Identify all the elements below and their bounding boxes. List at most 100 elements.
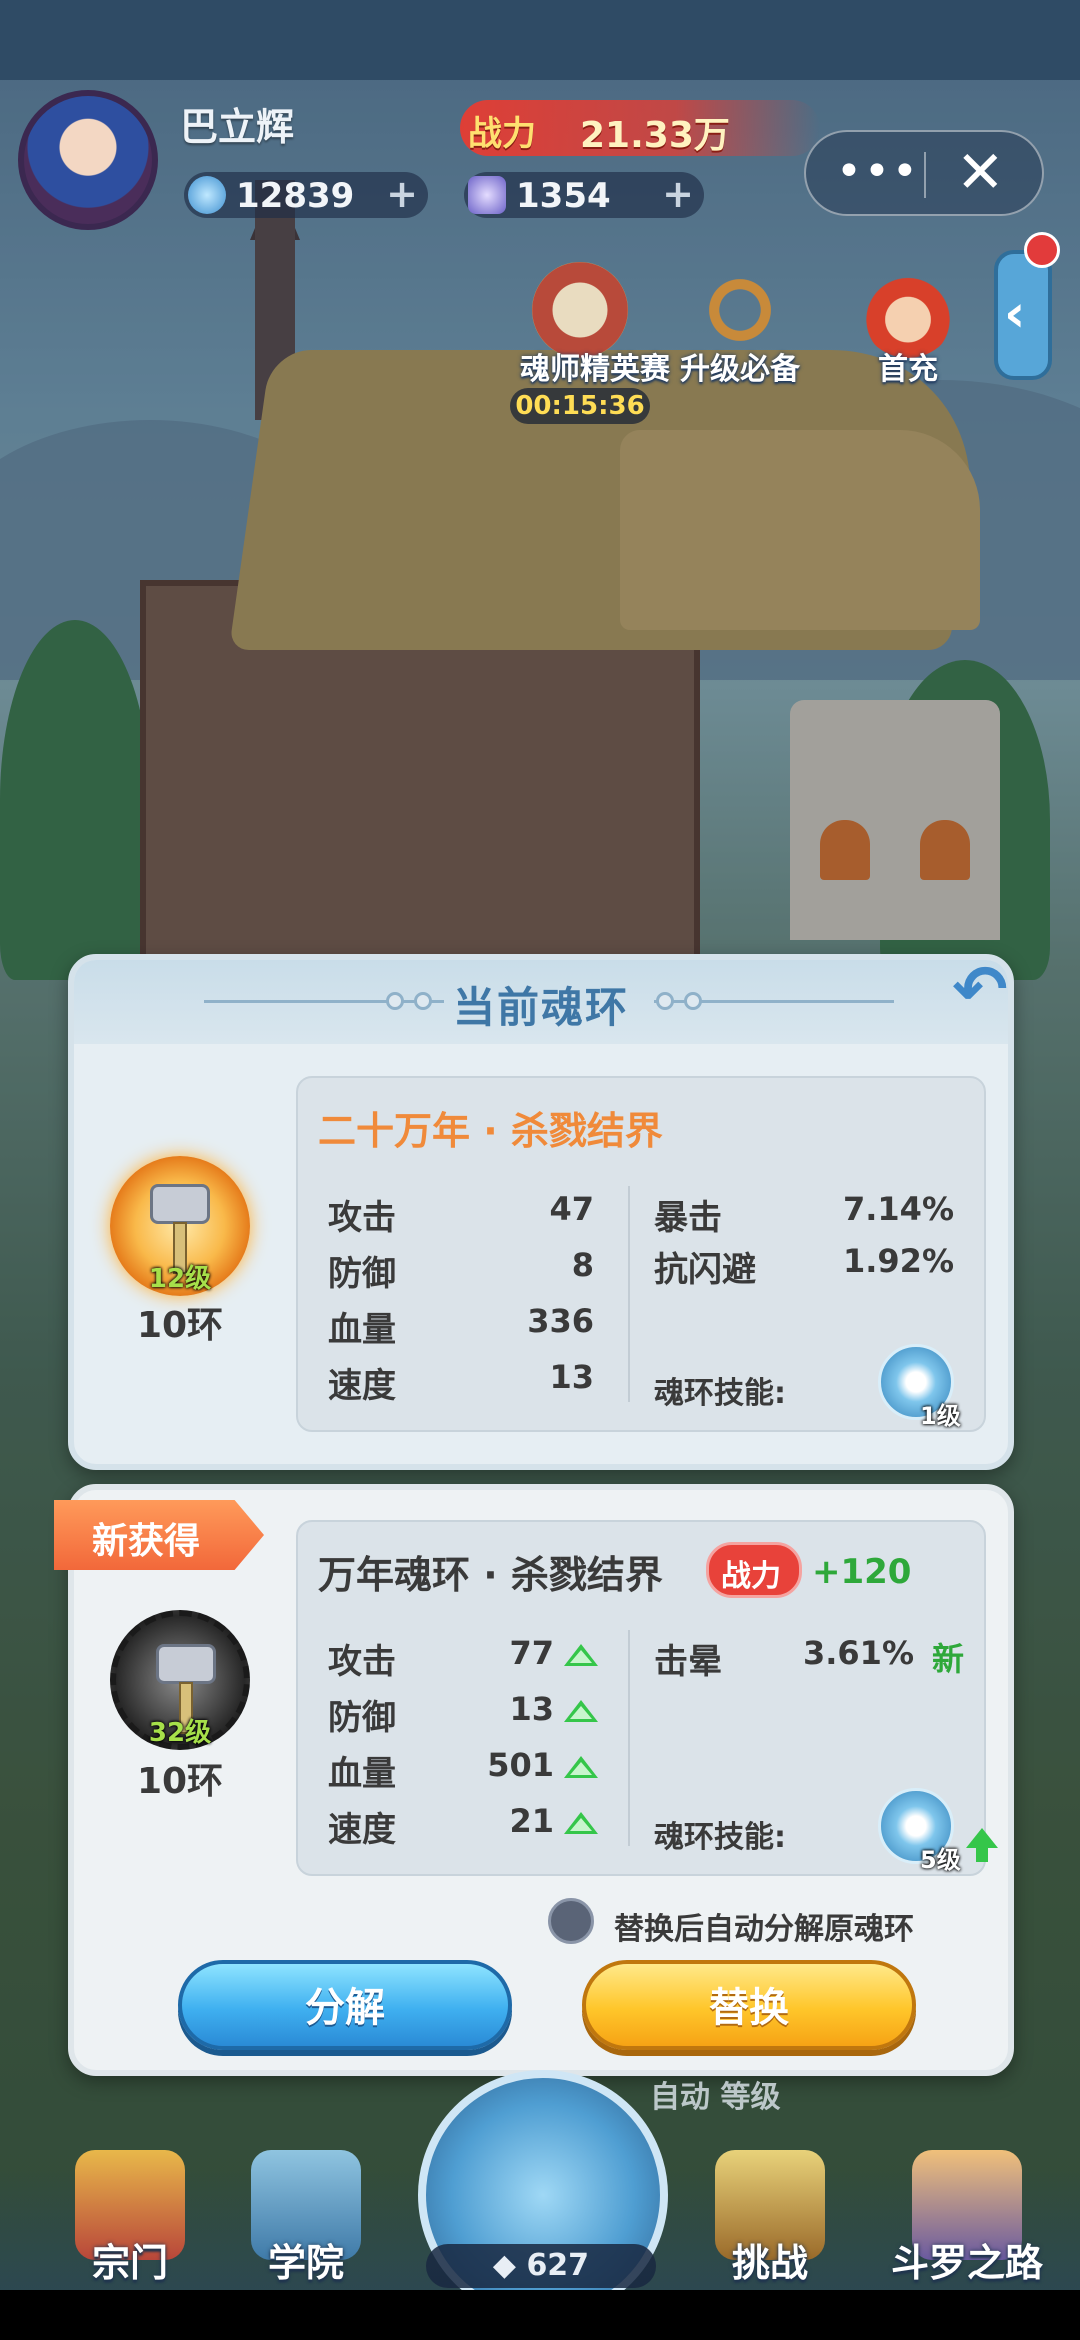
- soul-gem-icon: [188, 176, 226, 214]
- extra-stat-row: 暴击 7.14%: [654, 1186, 954, 1238]
- stat-row: 防御 8: [328, 1242, 598, 1294]
- chevron-left-icon: ‹: [1004, 284, 1026, 344]
- back-arrow-icon[interactable]: ↶: [940, 950, 1020, 1030]
- skill-up-icon: [966, 1828, 998, 1862]
- nav-label: 学院: [267, 2241, 344, 2285]
- new-ring-panel: 新获得 32级 10环 万年魂环 · 杀戮结界 战力 +120 攻击 77 防御…: [54, 1484, 1014, 2076]
- stat-label: 速度: [328, 1366, 396, 1406]
- event-label: 魂师精英赛: [520, 352, 670, 387]
- event-elite-tournament[interactable]: 魂师精英赛: [520, 262, 670, 388]
- replace-button[interactable]: 替换: [582, 1960, 916, 2050]
- orb-count-value: 627: [526, 2248, 590, 2283]
- nav-label: 宗门: [91, 2241, 168, 2285]
- stat-value: 21: [509, 1802, 554, 1840]
- combat-power-delta: +120: [812, 1552, 912, 1592]
- nav-academy[interactable]: 学院: [226, 2150, 386, 2287]
- ribbon-label: 新获得: [92, 1521, 201, 1562]
- skill-level: 5级: [920, 1846, 961, 1874]
- extra-stat-label: 暴击: [654, 1198, 722, 1238]
- hammer-icon: [156, 1644, 216, 1684]
- extra-stat-value: 7.14%: [842, 1190, 954, 1228]
- auto-decompose-toggle[interactable]: [548, 1898, 594, 1944]
- nav-sect[interactable]: 宗门: [50, 2150, 210, 2287]
- nav-challenge[interactable]: 挑战: [690, 2150, 850, 2287]
- orb-count: ◆ 627: [426, 2244, 656, 2288]
- stat-value: 501: [487, 1746, 554, 1784]
- combat-power-label: 战力: [721, 1559, 781, 1594]
- stat-up-icon: [564, 1812, 598, 1834]
- add-crystals-icon[interactable]: +: [662, 172, 694, 216]
- decompose-button[interactable]: 分解: [178, 1960, 512, 2050]
- stat-label: 防御: [328, 1254, 396, 1294]
- add-gems-icon[interactable]: +: [386, 172, 418, 216]
- panel-title: 当前魂环: [452, 983, 629, 1032]
- more-menu-icon[interactable]: •••: [836, 146, 920, 197]
- stat-label: 攻击: [328, 1198, 396, 1238]
- stat-row: 速度 13: [328, 1354, 598, 1406]
- player-avatar[interactable]: [18, 90, 158, 230]
- stat-value: 13: [509, 1690, 554, 1728]
- player-name: 巴立辉: [180, 105, 295, 149]
- power-value: 21.33万: [580, 115, 730, 156]
- skill-level: 1级: [920, 1402, 961, 1430]
- nav-douluo-road[interactable]: 斗罗之路: [872, 2150, 1062, 2287]
- gem-currency[interactable]: 12839 +: [184, 172, 428, 218]
- extra-stat-row: 抗闪避 1.92%: [654, 1238, 954, 1290]
- crystal-currency[interactable]: 1354 +: [464, 172, 704, 218]
- stat-divider: [628, 1186, 630, 1402]
- stat-label: 防御: [328, 1698, 396, 1738]
- stat-row: 血量 501: [328, 1742, 598, 1794]
- capsule-divider: [924, 152, 926, 198]
- stat-label: 攻击: [328, 1642, 396, 1682]
- stat-label: 血量: [328, 1754, 396, 1794]
- event-level-up-essentials[interactable]: 升级必备: [680, 262, 800, 388]
- stat-value: 8: [571, 1246, 594, 1284]
- stat-row: 血量 336: [328, 1298, 598, 1350]
- ring-info-box: 二十万年 · 杀戮结界 攻击 47 防御 8 血量 336 速度 13 暴击 7…: [296, 1076, 986, 1432]
- notification-dot: [1024, 232, 1060, 268]
- stat-value: 336: [527, 1302, 594, 1340]
- extra-stat-value: 3.61%: [802, 1634, 914, 1672]
- stat-label: 血量: [328, 1310, 396, 1350]
- stat-value: 77: [509, 1634, 554, 1672]
- extra-stat-row: 击晕 3.61% 新: [654, 1630, 964, 1682]
- crystal-icon: [468, 176, 506, 214]
- stat-row: 防御 13: [328, 1686, 598, 1738]
- hammer-icon: [150, 1184, 210, 1224]
- ring-info-box: 万年魂环 · 杀戮结界 战力 +120 攻击 77 防御 13 血量 501 速…: [296, 1520, 998, 1876]
- gem-count: 12839: [236, 176, 355, 216]
- extra-stat-label: 击晕: [654, 1642, 722, 1682]
- event-label: 首充: [878, 352, 938, 387]
- nav-label: 挑战: [731, 2241, 808, 2285]
- close-icon[interactable]: ✕: [956, 138, 1005, 206]
- ring-level: 32级: [148, 1718, 212, 1748]
- orb-gem-icon: ◆: [492, 2248, 527, 2283]
- skill-label: 魂环技能:: [654, 1820, 786, 1855]
- skill-label: 魂环技能:: [654, 1376, 786, 1411]
- mini-program-capsule: ••• ✕: [804, 130, 1044, 216]
- stat-row: 攻击 77: [328, 1630, 598, 1682]
- stat-row: 攻击 47: [328, 1186, 598, 1238]
- system-nav-bar: [0, 2290, 1080, 2340]
- new-obtained-ribbon: 新获得: [54, 1500, 264, 1570]
- extra-stat-value: 1.92%: [842, 1242, 954, 1280]
- power-label: 战力: [468, 114, 536, 154]
- side-expand-tab[interactable]: ‹: [994, 250, 1052, 380]
- combat-power-badge: 战力: [706, 1542, 802, 1598]
- background-label: 自动 等级: [650, 2080, 781, 2115]
- new-stat-tag: 新: [931, 1640, 964, 1678]
- ring-level: 12级: [148, 1264, 212, 1294]
- stat-up-icon: [564, 1700, 598, 1722]
- stat-up-icon: [564, 1644, 598, 1666]
- stat-label: 速度: [328, 1810, 396, 1850]
- event-label: 升级必备: [680, 352, 800, 387]
- crystal-count: 1354: [516, 176, 611, 216]
- ring-count: 10环: [136, 1761, 224, 1802]
- ring-name: 二十万年 · 杀戮结界: [318, 1109, 663, 1153]
- stat-divider: [628, 1630, 630, 1846]
- ring-count: 10环: [136, 1305, 224, 1346]
- auto-decompose-label[interactable]: 替换后自动分解原魂环: [614, 1904, 914, 1948]
- panel-header: 当前魂环: [74, 960, 1008, 1044]
- nav-label: 斗罗之路: [890, 2241, 1043, 2285]
- event-first-recharge[interactable]: 首充: [848, 262, 968, 388]
